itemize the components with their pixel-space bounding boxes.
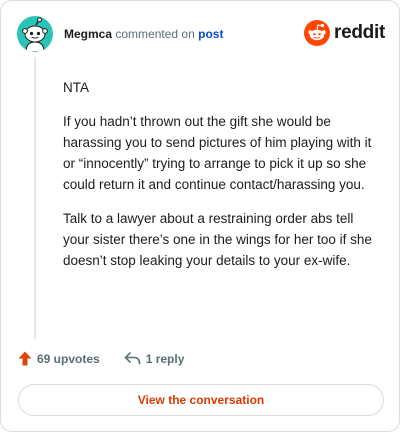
comment-header: Megmca commented on post [64, 27, 223, 41]
user-avatar[interactable] [17, 16, 53, 52]
snoo-avatar-icon [22, 17, 48, 52]
comment-paragraph: If you hadn’t thrown out the gift she wo… [63, 114, 372, 192]
comment-paragraph: NTA [63, 80, 89, 95]
upvote-count: 69 upvotes [37, 351, 100, 366]
brand-wordmark: reddit [334, 22, 385, 43]
reply-button[interactable]: 1 reply [124, 351, 185, 366]
thread-line [34, 57, 36, 339]
upvote-arrow-icon [18, 351, 32, 366]
view-conversation-button[interactable]: View the conversation [18, 384, 384, 416]
reply-count: 1 reply [145, 351, 185, 366]
reply-arrow-icon [124, 352, 141, 365]
comment-actions: 69 upvotes 1 reply [18, 351, 184, 366]
reddit-brand[interactable]: reddit [304, 20, 385, 46]
action-text: commented on [115, 27, 195, 41]
post-link[interactable]: post [198, 27, 223, 41]
reddit-alien-icon [304, 20, 331, 46]
upvote-button[interactable]: 69 upvotes [18, 351, 100, 366]
comment-card: Megmca commented on post reddit NTA If y… [0, 0, 400, 432]
comment-body: NTA If you hadn’t thrown out the gift sh… [63, 77, 383, 284]
comment-paragraph: Talk to a lawyer about a restraining ord… [63, 211, 372, 268]
username[interactable]: Megmca [64, 27, 112, 41]
